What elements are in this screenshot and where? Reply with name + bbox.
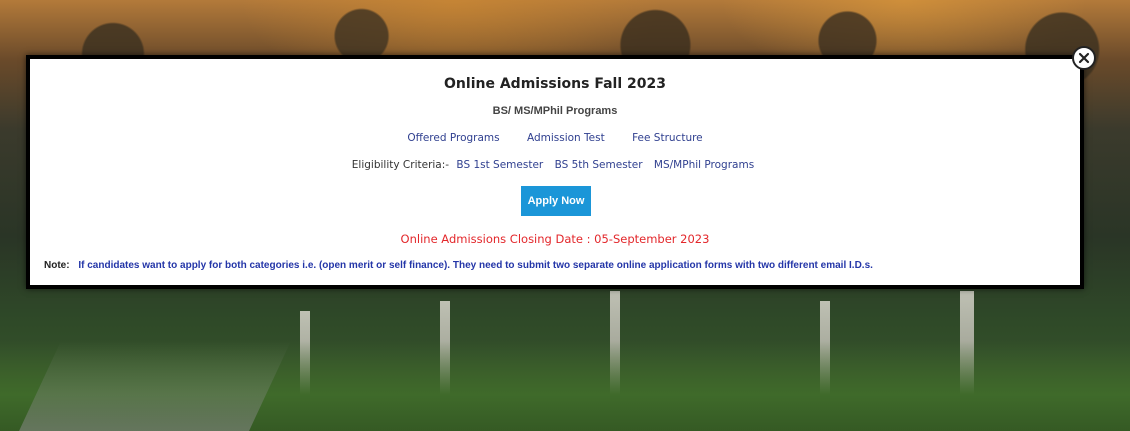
apply-now-button[interactable]: Apply Now — [521, 186, 591, 216]
note-text: If candidates want to apply for both cat… — [78, 260, 873, 271]
background-walkway — [19, 341, 291, 431]
ms-mphil-programs-link[interactable]: MS/MPhil Programs — [654, 159, 754, 171]
eligibility-label: Eligibility Criteria:- — [351, 159, 450, 171]
close-button[interactable] — [1072, 46, 1096, 70]
eligibility-row: Eligibility Criteria:- BS 1st Semester B… — [30, 159, 1080, 171]
admission-test-link[interactable]: Admission Test — [527, 132, 605, 144]
note: Note: If candidates want to apply for bo… — [44, 260, 873, 271]
modal-title: Online Admissions Fall 2023 — [444, 76, 666, 92]
bs-1st-semester-link[interactable]: BS 1st Semester — [456, 159, 543, 171]
bs-5th-semester-link[interactable]: BS 5th Semester — [555, 159, 643, 171]
close-circle-icon — [1078, 52, 1090, 64]
program-links: Offered Programs Admission Test Fee Stru… — [30, 132, 1080, 144]
admissions-modal: Online Admissions Fall 2023 BS/ MS/MPhil… — [26, 55, 1084, 289]
note-label: Note: — [44, 260, 70, 271]
modal-subtitle: BS/ MS/MPhil Programs — [492, 105, 618, 117]
closing-date-text: Online Admissions Closing Date : 05-Sept… — [400, 232, 710, 246]
offered-programs-link[interactable]: Offered Programs — [407, 132, 499, 144]
fee-structure-link[interactable]: Fee Structure — [632, 132, 703, 144]
